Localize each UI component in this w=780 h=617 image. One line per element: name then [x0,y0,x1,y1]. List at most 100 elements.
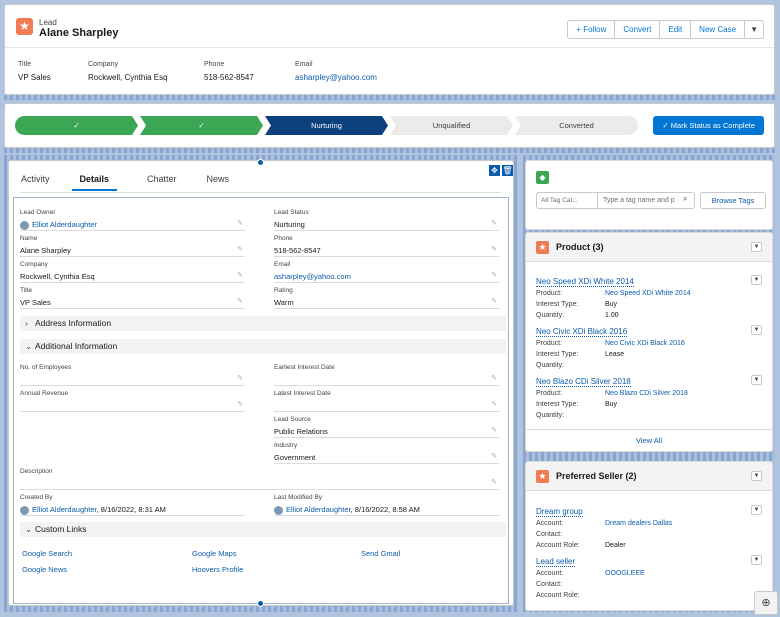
interest-type-value: Buy [605,401,618,408]
path-step-complete-1[interactable]: ✓ [15,116,138,135]
edit-pencil-icon[interactable]: ✎ [491,478,497,486]
field-last-modified: Last Modified By Elliot Alderdaughter, 8… [274,492,499,516]
chevron-down-icon[interactable]: ▼ [751,471,762,481]
custom-links-section-header[interactable]: ⌄ Custom Links [20,522,506,537]
chevron-down-icon[interactable]: ▼ [751,275,762,285]
highlight-company-label: Company [88,61,118,68]
edit-pencil-icon[interactable]: ✎ [491,426,497,434]
convert-button[interactable]: Convert [615,20,661,39]
edit-pencil-icon[interactable]: ✎ [491,452,497,460]
edit-button[interactable]: Edit [660,20,692,39]
lead-owner-link[interactable]: Elliot Alderdaughter [32,220,97,229]
globe-icon[interactable]: ⊕ [754,591,778,615]
chevron-down-icon[interactable]: ▼ [751,555,762,565]
delete-icon[interactable]: 🗑 [502,165,513,176]
tag-name-input[interactable]: Type a tag name and p [597,192,695,209]
product-value-link[interactable]: Neo Blazo CDi Silver 2018 [605,390,688,397]
address-section-header[interactable]: › Address Information [20,316,506,331]
highlights-fields: Title VP Sales Company Rockwell, Cynthia… [5,47,774,94]
edit-pencil-icon[interactable]: ✎ [491,271,497,279]
view-all-link[interactable]: View All [526,436,772,445]
chevron-down-icon: ⌄ [25,524,33,534]
created-date: , 8/16/2022, 8:31 AM [96,505,166,514]
tab-news[interactable]: News [207,169,230,191]
edit-pencil-icon[interactable]: ✎ [491,374,497,382]
chevron-down-icon[interactable]: ▼ [751,505,762,515]
tag-category-select[interactable]: All Tag Cat... [536,192,598,209]
tab-activity[interactable]: Activity [21,169,50,191]
tab-chatter[interactable]: Chatter [147,169,177,191]
chevron-down-icon[interactable]: ▼ [751,325,762,335]
rating-label: Rating [274,287,293,294]
send-gmail-link[interactable]: Send Gmail [361,549,400,558]
edit-pencil-icon[interactable]: ✎ [491,400,497,408]
additional-section-header[interactable]: ⌄ Additional Information [20,339,506,354]
lead-icon: ★ [16,18,33,35]
record-header: ★ Lead Alane Sharpley + Follow Convert E… [4,4,775,95]
field-annual-revenue: Annual Revenue ✎ [20,388,245,412]
path-step-complete-2[interactable]: ✓ [140,116,263,135]
edit-pencil-icon[interactable]: ✎ [237,245,243,253]
field-created-by: Created By Elliot Alderdaughter, 8/16/20… [20,492,245,516]
highlight-email-link[interactable]: asharpley@yahoo.com [295,73,377,82]
email-label: Email [274,261,291,268]
product-value-link[interactable]: Neo Speed XDi White 2014 [605,290,691,297]
interest-type-value: Buy [605,301,618,308]
created-by-value: Elliot Alderdaughter, 8/16/2022, 8:31 AM [20,505,166,515]
field-company: Company Rockwell, Cynthia Esq ✎ [20,259,245,283]
highlight-phone: Phone 518-562-8547 [204,61,254,82]
created-by-link[interactable]: Elliot Alderdaughter [32,505,97,514]
tab-details[interactable]: Details [71,169,118,191]
field-lead-source: Lead Source Public Relations ✎ [274,414,499,438]
search-icon: ⌕ [683,194,688,203]
user-avatar-icon [20,220,29,230]
revenue-label: Annual Revenue [20,390,69,397]
more-actions-button[interactable]: ▼ [745,20,764,39]
edit-pencil-icon[interactable]: ✎ [237,374,243,382]
resize-handle-top[interactable] [257,159,264,166]
chevron-down-icon[interactable]: ▼ [751,375,762,385]
product-item-link[interactable]: Neo Speed XDi White 2014 [536,277,634,287]
seller-item-link[interactable]: Dream group [536,507,583,517]
seller-item-link[interactable]: Lead seller [536,557,576,567]
field-phone: Phone 518-562-8547 ✎ [274,233,499,257]
product-item-link[interactable]: Neo Blazo CDi Silver 2018 [536,377,631,387]
resize-handle-bottom[interactable] [257,600,264,607]
edit-pencil-icon[interactable]: ✎ [491,245,497,253]
follow-button[interactable]: + Follow [567,20,616,39]
action-buttons: + Follow Convert Edit New Case ▼ [567,20,764,39]
highlight-phone-label: Phone [204,61,225,68]
account-link[interactable]: Dream dealers Dallas [605,520,672,527]
industry-label: Industry [274,442,298,449]
google-search-link[interactable]: Google Search [22,549,72,558]
account-link[interactable]: OOOGLEEE [605,570,645,577]
new-case-button[interactable]: New Case [691,20,746,39]
edit-pencil-icon[interactable]: ✎ [237,271,243,279]
chevron-down-icon[interactable]: ▼ [751,242,762,252]
edit-pencil-icon[interactable]: ✎ [237,297,243,305]
tab-divider [21,192,501,193]
email-link[interactable]: asharpley@yahoo.com [274,272,351,281]
modified-by-link[interactable]: Elliot Alderdaughter [286,505,351,514]
mark-status-complete-button[interactable]: ✓ Mark Status as Complete [653,116,764,135]
lead-source-label: Lead Source [274,416,311,423]
field-email: Email asharpley@yahoo.com ✎ [274,259,499,283]
google-news-link[interactable]: Google News [22,565,67,574]
google-maps-link[interactable]: Google Maps [192,549,237,558]
path-step-nurturing[interactable]: Nurturing [265,116,388,135]
field-lead-owner: Lead Owner Elliot Alderdaughter ✎ [20,207,245,231]
edit-pencil-icon[interactable]: ✎ [237,400,243,408]
highlight-company-value: Rockwell, Cynthia Esq [88,73,168,82]
edit-pencil-icon[interactable]: ✎ [491,219,497,227]
product-value-link[interactable]: Neo Civic XDi Black 2016 [605,340,685,347]
hoovers-profile-link[interactable]: Hoovers Profile [192,565,243,574]
seller-card-title: Preferred Seller (2) [556,471,637,481]
path-step-converted[interactable]: Converted [515,116,638,135]
browse-tags-button[interactable]: Browse Tags [700,192,766,209]
owner-change-icon[interactable]: ✎ [237,219,243,227]
edit-pencil-icon[interactable]: ✎ [491,297,497,305]
move-icon[interactable]: ✥ [489,165,500,176]
product-item-link[interactable]: Neo Civic XDi Black 2016 [536,327,628,337]
path-step-unqualified[interactable]: Unqualified [390,116,513,135]
record-tabs: Activity Details Chatter News [21,169,259,191]
